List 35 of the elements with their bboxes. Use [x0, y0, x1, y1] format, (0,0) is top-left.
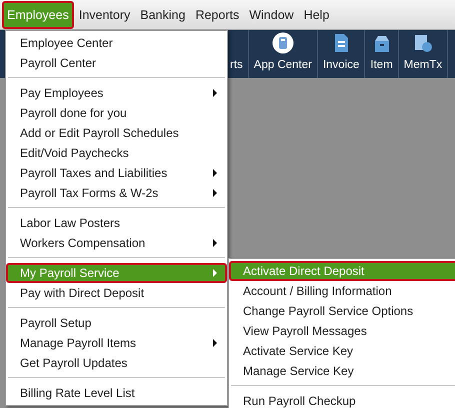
toolbar-label: Item — [370, 58, 393, 73]
menu-item[interactable]: Payroll Tax Forms & W-2s — [6, 183, 227, 203]
toolbar-label: Invoice — [322, 58, 360, 73]
menu-item[interactable]: Account / Billing Information — [229, 281, 455, 301]
menu-item[interactable]: Activate Service Key — [229, 341, 455, 361]
menu-item[interactable]: Get Payroll Updates — [6, 353, 227, 373]
menu-item[interactable]: Payroll done for you — [6, 103, 227, 123]
app-icon — [272, 32, 294, 54]
menu-item[interactable]: View Payroll Messages — [229, 321, 455, 341]
menu-item[interactable]: Payroll Center — [6, 53, 227, 73]
menu-item[interactable]: Edit/Void Paychecks — [6, 143, 227, 163]
menu-bar-item[interactable]: Help — [298, 0, 334, 28]
menu-item[interactable]: Activate Direct Deposit — [229, 261, 455, 281]
menu-bar-item[interactable]: Banking — [135, 0, 190, 28]
menu-item[interactable]: Change Payroll Service Options — [229, 301, 455, 321]
menu-item[interactable]: Workers Compensation — [6, 233, 227, 253]
menu-bar-item[interactable]: Reports — [190, 0, 244, 28]
menu-item[interactable]: Employee Center — [6, 33, 227, 53]
menu-item[interactable]: My Payroll Service — [6, 263, 227, 283]
menu-item[interactable]: Manage Payroll Items — [6, 333, 227, 353]
menu-bar-item[interactable]: Inventory — [74, 0, 136, 28]
menu-bar-item[interactable]: Window — [244, 0, 299, 28]
menu-item[interactable]: Add or Edit Payroll Schedules — [6, 123, 227, 143]
menu-item[interactable]: Payroll Taxes and Liabilities — [6, 163, 227, 183]
menu-item[interactable]: Labor Law Posters — [6, 213, 227, 233]
menu-item[interactable]: Payroll Setup — [6, 313, 227, 333]
menu-item[interactable]: Billing Rate Level List — [6, 383, 227, 403]
toolbar-label: App Center — [254, 58, 312, 73]
toolbar-label: MemTx — [404, 58, 442, 73]
menu-item[interactable]: Manage Service Key — [229, 361, 455, 381]
menu-item[interactable]: Pay Employees — [6, 83, 227, 103]
menu-item[interactable]: Run Payroll Checkup — [229, 391, 455, 408]
menu-bar-item[interactable]: Employees — [2, 0, 74, 28]
toolbar-label[interactable]: rts — [230, 56, 243, 74]
menu-item[interactable]: Pay with Direct Deposit — [6, 283, 227, 303]
